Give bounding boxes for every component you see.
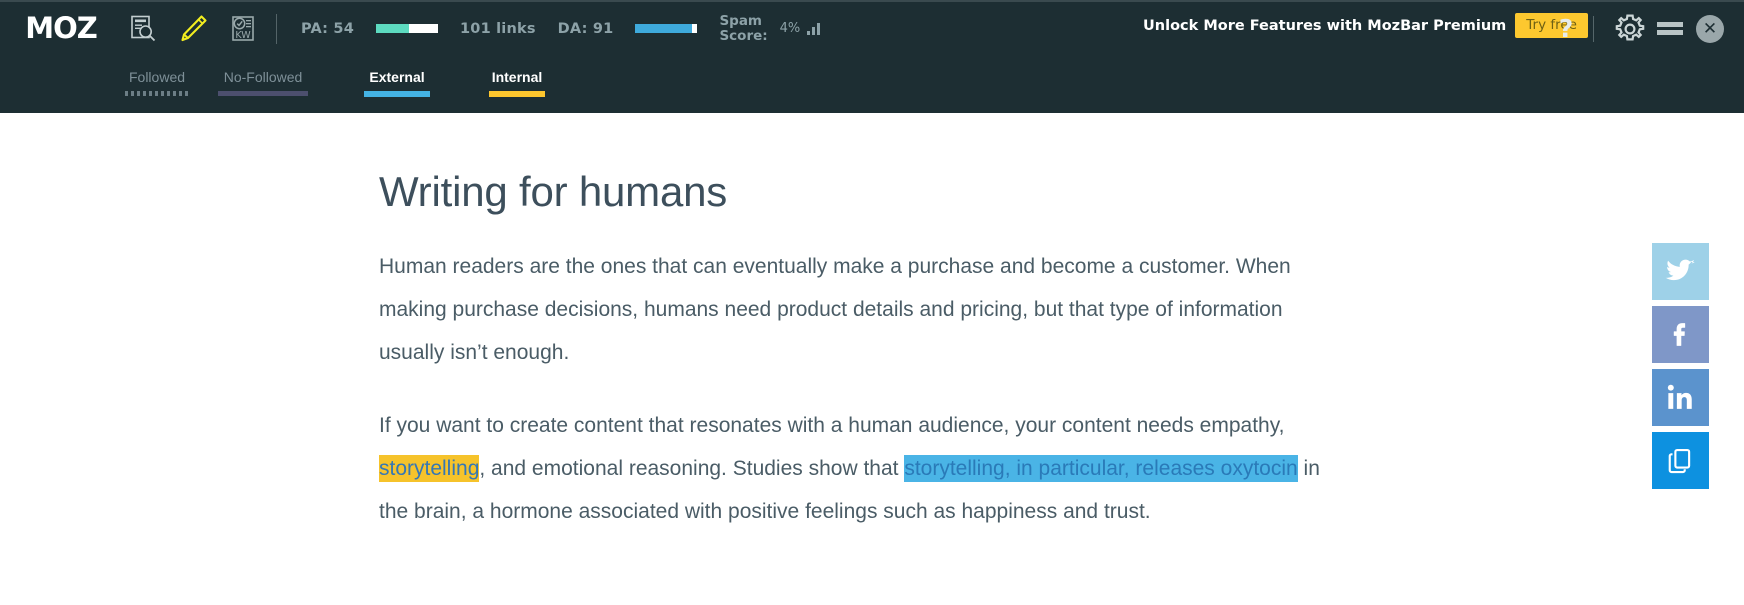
mozbar-toolbar: MOZ KW PA: 54 101 links DA: 91 Spam Scor… [0,0,1744,156]
paragraph-2-part-2: , and emotional reasoning. Studies show … [479,457,905,480]
link-tab-followed[interactable]: Followed [125,69,189,96]
spam-score-value: 4% [779,21,801,36]
link-tab-internal[interactable]: Internal [489,69,545,97]
moz-logo[interactable]: MOZ [18,11,104,45]
da-bar [635,24,698,33]
linkedin-share-button[interactable] [1652,369,1709,426]
page-title: Writing for humans [379,168,728,215]
link-tab-external-rule [364,91,430,97]
da-bar-fill [635,24,692,33]
promo-text: Unlock More Features with MozBar Premium [1143,17,1507,34]
link-tab-external-label: External [369,69,425,85]
link-tab-internal-rule [489,91,545,97]
article: Writing for humans Human readers are the… [379,167,1349,533]
pa-bar [376,24,439,33]
spam-score-label: Spam Score: [719,12,768,44]
highlighter-pencil-icon[interactable] [172,9,214,49]
page-analysis-icon[interactable] [122,9,164,49]
close-icon[interactable]: ✕ [1690,9,1730,49]
facebook-share-button[interactable] [1652,306,1709,363]
social-share-rail [1652,243,1709,489]
copy-link-button[interactable] [1652,432,1709,489]
mozbar-primary-row: MOZ KW PA: 54 101 links DA: 91 Spam Scor… [0,0,1744,57]
link-tab-no-followed[interactable]: No-Followed [218,69,308,96]
highlighted-term-yellow[interactable]: storytelling [379,455,480,482]
link-tab-internal-label: Internal [491,69,543,85]
links-count-label[interactable]: 101 links [460,21,536,37]
tool-icon-group: KW [122,9,264,49]
spam-score-bars-icon [807,22,821,35]
article-paragraph-1: Human readers are the ones that can even… [379,255,1291,364]
window-controls: ? ✕ [1549,0,1730,57]
highlighted-link-blue[interactable]: storytelling, in particular, releases ox… [904,455,1298,482]
pa-label: PA: 54 [301,20,355,37]
da-label: DA: 91 [557,20,614,37]
link-tab-no-followed-rule [218,91,308,96]
keyword-difficulty-icon[interactable]: KW [222,9,264,49]
mozbar-secondary-row: Followed No-Followed External Internal H… [0,57,1744,156]
help-icon[interactable]: ? [1549,14,1583,43]
link-tab-followed-label: Followed [128,69,186,85]
svg-text:KW: KW [235,30,251,41]
link-tab-no-followed-label: No-Followed [223,69,303,85]
toolbar-divider [276,13,277,44]
article-paragraph-2: If you want to create content that reson… [379,404,1349,533]
pa-bar-fill [376,24,410,33]
link-tab-followed-rule [125,91,189,96]
metrics-group: PA: 54 101 links DA: 91 Spam Score: 4% [301,12,821,44]
paragraph-2-part-1: If you want to create content that reson… [379,414,1285,437]
link-tab-external[interactable]: External [364,69,430,97]
controls-divider [1593,15,1594,42]
premium-promo: Unlock More Features with MozBar Premium… [1143,13,1588,38]
page-content: Writing for humans Human readers are the… [0,113,1744,605]
spam-score-line1: Spam [719,12,763,29]
minimize-icon[interactable] [1650,9,1690,49]
twitter-share-button[interactable] [1652,243,1709,300]
spam-score-line2: Score: [719,27,768,44]
gear-icon[interactable] [1610,9,1650,49]
